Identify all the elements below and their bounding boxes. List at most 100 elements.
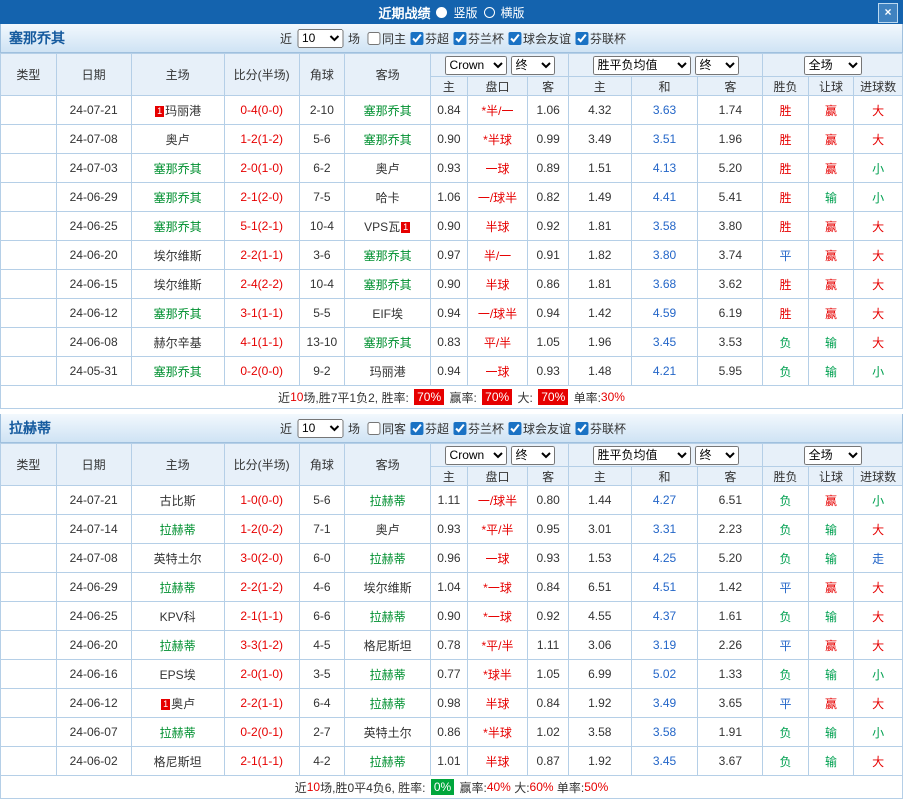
- match-count-select[interactable]: 10: [296, 418, 343, 438]
- red-card-badge: 1: [161, 698, 171, 710]
- date-cell: 24-07-08: [55, 543, 132, 573]
- home-team-cell: KPV科: [130, 601, 225, 631]
- euro-away-odds-cell: 1.91: [697, 717, 764, 747]
- match-count-select[interactable]: 10: [296, 28, 343, 48]
- match-type-cell: 芬兰杯: [0, 211, 57, 241]
- away-team-cell: 玛丽港: [344, 356, 432, 386]
- column-header: 角球: [298, 53, 346, 96]
- match-type-cell: 芬超: [0, 688, 57, 718]
- filter-checkbox-item: 球会友谊: [508, 30, 571, 47]
- match-row: 芬超 24-07-08 英特土尔 3-0(2-0) 6-0 拉赫蒂 0.96 一球 0.93 1.…: [0, 543, 903, 573]
- date-cell: 24-06-12: [55, 298, 132, 328]
- handicap-cell: 半球: [466, 211, 529, 241]
- filter-checkbox[interactable]: [366, 31, 380, 45]
- result-wdl-cell: 负: [762, 514, 809, 544]
- score-cell: 3-1(1-1): [223, 298, 300, 328]
- match-type-cell: 芬超: [0, 240, 57, 270]
- team-section: 塞那乔其近 10 场同主 芬超 芬兰杯 球会友谊 芬联杯 类型 日期 主场 比分(半场) 角球 客场 Cr…: [0, 24, 903, 409]
- away-team-cell: 哈卡: [344, 182, 432, 212]
- euro-stage-select[interactable]: 终: [694, 445, 739, 465]
- euro-draw-odds-cell: 4.25: [630, 543, 699, 573]
- away-team-cell: 拉赫蒂: [344, 601, 432, 631]
- euro-type-select[interactable]: 胜平负均值: [592, 445, 691, 465]
- filter-checkbox[interactable]: [409, 421, 423, 435]
- home-team-cell: 拉赫蒂: [130, 630, 225, 660]
- date-cell: 24-07-14: [55, 514, 132, 544]
- match-type-cell: 芬超: [0, 717, 57, 747]
- scope-select[interactable]: 全场: [803, 445, 862, 465]
- euro-draw-odds-cell: 3.63: [630, 95, 699, 125]
- asian-away-odds-cell: 1.05: [527, 659, 569, 689]
- euro-home-odds-cell: 1.49: [567, 182, 632, 212]
- result-group-header: 全场: [762, 443, 903, 467]
- vertical-layout-radio[interactable]: [436, 6, 448, 18]
- filter-checkbox[interactable]: [453, 31, 467, 45]
- euro-away-odds-cell: 1.42: [697, 572, 764, 602]
- summary-text: 赢率:: [456, 780, 487, 795]
- corner-cell: 6-0: [298, 543, 346, 573]
- away-team-cell: 塞那乔其: [344, 124, 432, 154]
- corner-cell: 6-6: [298, 601, 346, 631]
- subcolumn-header: 和: [630, 466, 699, 486]
- team-name: 塞那乔其: [9, 30, 65, 46]
- home-team-cell: 格尼斯坦: [130, 746, 225, 776]
- bookmaker-select[interactable]: Crown: [444, 445, 507, 465]
- euro-away-odds-cell: 3.67: [697, 746, 764, 776]
- result-handicap-cell: 输: [807, 717, 855, 747]
- date-cell: 24-07-08: [55, 124, 132, 154]
- team-text: 塞那乔其: [363, 132, 412, 147]
- subcolumn-header: 主: [567, 466, 632, 486]
- match-type-cell: 芬兰杯: [0, 153, 57, 183]
- euro-type-select[interactable]: 胜平负均值: [592, 55, 691, 75]
- asian-away-odds-cell: 0.93: [527, 543, 569, 573]
- euro-draw-odds-cell: 5.02: [630, 659, 699, 689]
- column-header: 客场: [344, 443, 432, 486]
- result-handicap-cell: 输: [807, 356, 855, 386]
- asian-away-odds-cell: 0.94: [527, 298, 569, 328]
- filter-checkbox[interactable]: [575, 31, 589, 45]
- home-team-cell: 塞那乔其: [130, 153, 225, 183]
- filter-checkbox-item: 球会友谊: [508, 420, 571, 437]
- scope-select[interactable]: 全场: [803, 55, 862, 75]
- asian-stage-select[interactable]: 终: [510, 55, 555, 75]
- match-row: 芬超 24-06-08 赫尔辛基 4-1(1-1) 13-10 塞那乔其 0.83 平/半 1.…: [0, 327, 903, 357]
- filter-checkbox[interactable]: [409, 31, 423, 45]
- euro-stage-select[interactable]: 终: [694, 55, 739, 75]
- asian-away-odds-cell: 0.93: [527, 356, 569, 386]
- asian-away-odds-cell: 1.06: [527, 95, 569, 125]
- match-row: 芬超 24-07-21 1 玛丽港 0-4(0-0) 2-10 塞那乔其 0.84 *半/一 1.…: [0, 95, 903, 125]
- rate-badge: 70%: [482, 389, 513, 405]
- bookmaker-select[interactable]: Crown: [444, 55, 507, 75]
- result-goals-cell: 小: [853, 717, 903, 747]
- filter-checkbox[interactable]: [453, 421, 467, 435]
- horizontal-layout-radio[interactable]: [483, 6, 495, 18]
- filter-checkbox[interactable]: [508, 421, 522, 435]
- match-row: 芬超 24-06-02 格尼斯坦 2-1(1-1) 4-2 拉赫蒂 1.01 半球 0.87 1.…: [0, 746, 903, 776]
- team-text: 拉赫蒂: [369, 609, 406, 624]
- euro-draw-odds-cell: 4.37: [630, 601, 699, 631]
- vertical-layout-label[interactable]: 竖版: [453, 4, 477, 21]
- euro-away-odds-cell: 1.96: [697, 124, 764, 154]
- euro-odds-group-header: 胜平负均值终: [567, 53, 764, 77]
- subcolumn-header: 客: [697, 76, 764, 96]
- team-text: 塞那乔其: [153, 364, 202, 379]
- away-team-cell: 塞那乔其: [344, 240, 432, 270]
- match-type-cell: 芬兰杯: [0, 659, 57, 689]
- match-type-cell: 芬超: [0, 746, 57, 776]
- asian-odds-group-header: Crown 终: [430, 53, 569, 77]
- horizontal-layout-label[interactable]: 横版: [501, 4, 525, 21]
- score-cell: 1-0(0-0): [223, 485, 300, 515]
- close-icon[interactable]: ×: [878, 3, 898, 23]
- away-team-cell: 塞那乔其: [344, 269, 432, 299]
- match-row: 芬超 24-06-12 1 奥卢 2-2(1-1) 6-4 拉赫蒂 0.98 半球 0.84 1.9…: [0, 688, 903, 718]
- home-team-cell: 塞那乔其: [130, 182, 225, 212]
- handicap-cell: 一/球半: [466, 182, 529, 212]
- subcolumn-header: 主: [567, 76, 632, 96]
- filter-checkbox[interactable]: [366, 421, 380, 435]
- team-text: 拉赫蒂: [369, 493, 406, 508]
- filter-checkbox[interactable]: [508, 31, 522, 45]
- score-cell: 0-4(0-0): [223, 95, 300, 125]
- asian-stage-select[interactable]: 终: [510, 445, 555, 465]
- result-handicap-cell: 赢: [807, 240, 855, 270]
- filter-checkbox[interactable]: [575, 421, 589, 435]
